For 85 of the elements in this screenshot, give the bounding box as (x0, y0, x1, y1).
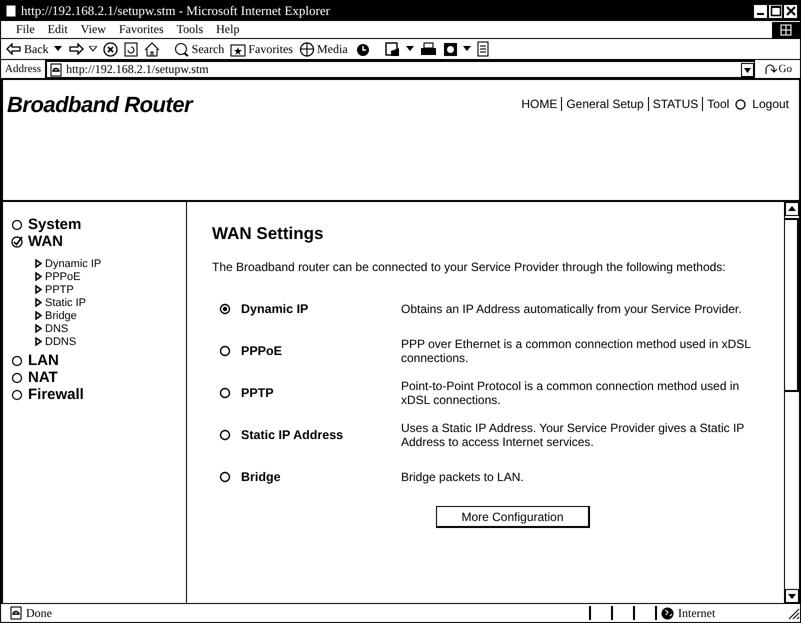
option-description: Obtains an IP Address automatically from your Service Provider. (401, 302, 743, 316)
zone-text: Internet (678, 606, 716, 620)
forward-button[interactable] (68, 43, 97, 55)
globe-icon (298, 42, 315, 56)
home-button[interactable] (144, 42, 160, 56)
stop-button[interactable] (102, 42, 118, 56)
submenu-item[interactable]: Bridge (45, 310, 77, 322)
circle-icon (735, 98, 746, 110)
close-icon (784, 5, 796, 17)
maximize-icon (770, 5, 782, 17)
scroll-up-icon[interactable] (785, 202, 799, 216)
nav-link[interactable]: HOME (517, 97, 562, 111)
search-button[interactable]: Search (174, 42, 224, 56)
option-label: Static IP Address (241, 428, 344, 442)
option-description: Point-to-Point Protocol is a common connection method used in xDSL connections. (401, 379, 740, 407)
nav-link[interactable]: Tool (702, 97, 734, 111)
radio-button[interactable] (219, 303, 231, 315)
submenu-item[interactable]: DNS (45, 322, 68, 334)
favorites-button[interactable]: Favorites (230, 42, 293, 56)
close-button[interactable] (784, 4, 797, 18)
media-button[interactable]: Media (298, 42, 348, 56)
menu-item[interactable]: Help (216, 22, 240, 37)
menu-item[interactable]: Edit (48, 22, 68, 37)
go-button[interactable]: Go (758, 63, 796, 75)
option-description: Bridge packets to LAN. (401, 470, 525, 484)
address-label: Address (5, 63, 42, 75)
mail-button[interactable] (384, 42, 414, 56)
option-label: PPTP (241, 386, 274, 400)
submenu-item[interactable]: DDNS (45, 336, 76, 348)
page-icon (49, 62, 64, 76)
logout-link[interactable]: Logout (748, 97, 793, 111)
address-field[interactable]: http://192.168.2.1/setupw.stm (45, 60, 755, 78)
dropdown-arrow-icon[interactable] (88, 46, 97, 52)
submenu-item[interactable]: PPTP (45, 284, 74, 296)
sidebar-item[interactable]: Firewall (28, 386, 84, 403)
nav-link[interactable]: STATUS (648, 97, 702, 111)
scrollbar[interactable] (784, 202, 799, 603)
option-label: Bridge (241, 470, 281, 484)
status-text: Done (26, 606, 52, 620)
nav-link[interactable]: General Setup (561, 97, 648, 111)
back-arrow-icon (6, 43, 22, 55)
menu-item[interactable]: File (16, 22, 35, 37)
option-label: Dynamic IP (241, 302, 308, 316)
resize-grip-icon[interactable] (786, 606, 800, 620)
minimize-button[interactable] (754, 4, 767, 18)
forward-arrow-icon (68, 43, 84, 55)
dropdown-arrow-icon[interactable] (462, 46, 471, 52)
option-label: PPPoE (241, 344, 282, 358)
window-title: http://192.168.2.1/setupw.stm - Microsoft Internet Explorer (21, 3, 330, 19)
radio-button[interactable] (219, 429, 231, 441)
document-icon[interactable] (476, 41, 489, 57)
submenu-item[interactable]: Static IP (45, 296, 86, 308)
refresh-button[interactable] (124, 42, 138, 56)
printer-icon[interactable] (420, 42, 437, 56)
search-icon (174, 42, 190, 56)
dropdown-arrow-icon[interactable] (406, 46, 414, 52)
submenu-item[interactable]: Dynamic IP (45, 258, 102, 270)
router-logo: Broadband Router (7, 92, 192, 118)
maximize-button[interactable] (769, 4, 782, 18)
option-description: PPP over Ethernet is a common connection method used in xDSL connections. (401, 337, 752, 365)
edit-button[interactable] (442, 42, 471, 56)
more-configuration-button[interactable]: More Configuration (436, 506, 590, 528)
menu-item[interactable]: View (80, 22, 106, 37)
option-description: Uses a Static IP Address. Your Service Provider gives a Static IP Address to access Internet services. (401, 421, 746, 449)
globe-icon (661, 606, 674, 620)
page-icon (4, 4, 18, 18)
sidebar-item[interactable]: LAN (28, 352, 59, 369)
dropdown-arrow-icon[interactable] (54, 46, 62, 52)
radio-button[interactable] (219, 387, 231, 399)
scroll-down-icon[interactable] (785, 589, 799, 603)
menu-item[interactable]: Tools (176, 22, 204, 37)
minimize-icon (757, 13, 764, 15)
sidebar-item[interactable]: NAT (28, 369, 58, 386)
radio-button[interactable] (219, 345, 231, 357)
submenu-item[interactable]: PPPoE (45, 270, 80, 282)
radio-button[interactable] (219, 471, 231, 483)
page-heading: WAN Settings (212, 224, 324, 244)
star-folder-icon (230, 42, 246, 56)
back-button[interactable]: Back (6, 42, 62, 56)
sidebar-item[interactable]: WAN (28, 233, 63, 250)
go-arrow-icon (762, 63, 777, 75)
menu-item[interactable]: Favorites (118, 22, 164, 37)
intro-text: The Broadband router can be connected to your Service Provider through the following methods: (212, 260, 727, 274)
sidebar-item[interactable]: System (28, 216, 82, 233)
page-icon (9, 606, 23, 620)
